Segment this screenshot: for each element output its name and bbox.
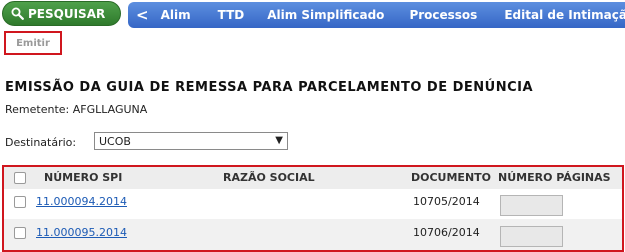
numero-paginas-input[interactable] <box>500 226 563 247</box>
documents-table: NÚMERO SPI RAZÃO SOCIAL DOCUMENTO NÚMERO… <box>2 165 624 252</box>
nav-back-button[interactable]: < <box>128 6 161 24</box>
row-checkbox[interactable] <box>14 227 26 239</box>
table-row: 11.000094.2014 10705/2014 <box>4 189 622 219</box>
search-button-label: PESQUISAR <box>28 6 106 21</box>
documento-cell: 10705/2014 <box>413 195 480 208</box>
top-toolbar: PESQUISAR < Alim TTD Alim Simplificado P… <box>0 0 625 28</box>
dropdown-arrow-icon: ▼ <box>275 135 283 146</box>
numero-spi-link[interactable]: 11.000095.2014 <box>36 226 127 239</box>
numero-spi-link[interactable]: 11.000094.2014 <box>36 195 127 208</box>
destinatario-label: Destinatário: <box>5 136 77 149</box>
header-numero-paginas[interactable]: NÚMERO PÁGINAS <box>498 171 611 184</box>
row-checkbox[interactable] <box>14 196 26 208</box>
header-numero-spi[interactable]: NÚMERO SPI <box>44 171 122 184</box>
destinatario-select[interactable]: UCOB ▼ <box>94 132 288 150</box>
nav-item-edital-intimacao[interactable]: Edital de Intimação <box>504 8 625 22</box>
table-header: NÚMERO SPI RAZÃO SOCIAL DOCUMENTO NÚMERO… <box>4 167 622 189</box>
emitir-label: Emitir <box>16 37 50 49</box>
main-nav: < Alim TTD Alim Simplificado Processos E… <box>128 2 625 28</box>
destinatario-value: UCOB <box>99 134 131 148</box>
select-all-checkbox[interactable] <box>14 172 26 184</box>
table-row: 11.000095.2014 10706/2014 <box>4 219 622 250</box>
documento-cell: 10706/2014 <box>413 226 480 239</box>
numero-paginas-input[interactable] <box>500 195 563 216</box>
magnifier-icon <box>11 7 24 20</box>
emitir-button[interactable]: Emitir <box>4 31 62 55</box>
nav-item-ttd[interactable]: TTD <box>218 8 245 22</box>
header-documento[interactable]: DOCUMENTO <box>411 171 491 184</box>
nav-item-alim[interactable]: Alim <box>161 8 191 22</box>
nav-item-alim-simplificado[interactable]: Alim Simplificado <box>267 8 384 22</box>
header-razao-social[interactable]: RAZÃO SOCIAL <box>223 171 315 184</box>
remetente-text: Remetente: AFGLLAGUNA <box>5 103 148 116</box>
search-button[interactable]: PESQUISAR <box>2 1 121 26</box>
page-title: EMISSÃO DA GUIA DE REMESSA PARA PARCELAM… <box>5 80 534 95</box>
nav-item-processos[interactable]: Processos <box>409 8 477 22</box>
